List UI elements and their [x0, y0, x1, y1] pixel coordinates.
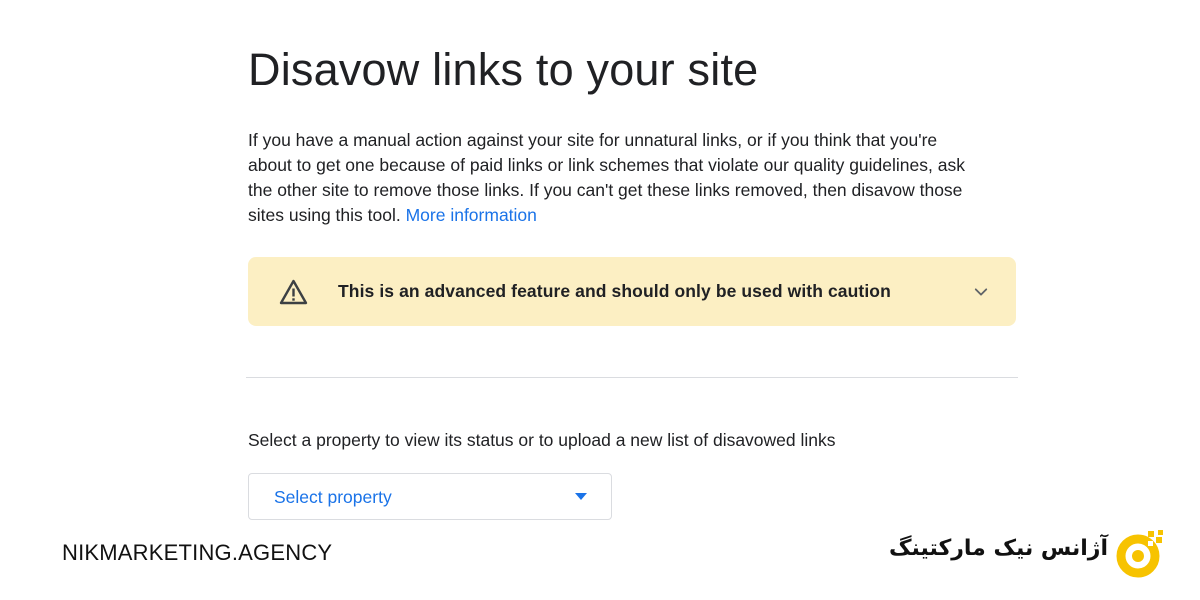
property-select-label: Select a property to view its status or … — [248, 430, 836, 450]
intro-paragraph: If you have a manual action against your… — [248, 128, 983, 228]
caution-banner[interactable]: This is an advanced feature and should o… — [248, 257, 1016, 326]
property-select-dropdown[interactable]: Select property — [248, 473, 612, 520]
intro-text: If you have a manual action against your… — [248, 130, 965, 225]
page: Disavow links to your site If you have a… — [0, 0, 1200, 600]
property-select-value: Select property — [274, 487, 392, 507]
nikmarketing-logo-icon — [1116, 530, 1163, 578]
brand-domain-text: NIKMARKETING.AGENCY — [62, 540, 333, 565]
more-information-link[interactable]: More information — [406, 205, 537, 225]
page-title: Disavow links to your site — [248, 44, 759, 95]
caution-text: This is an advanced feature and should o… — [338, 281, 891, 301]
dropdown-caret-icon — [575, 493, 587, 500]
chevron-down-icon[interactable] — [972, 283, 990, 301]
section-divider — [246, 377, 1018, 378]
brand-persian-text: آژانس نیک مارکتینگ — [888, 536, 1108, 561]
warning-triangle-icon — [279, 279, 308, 305]
